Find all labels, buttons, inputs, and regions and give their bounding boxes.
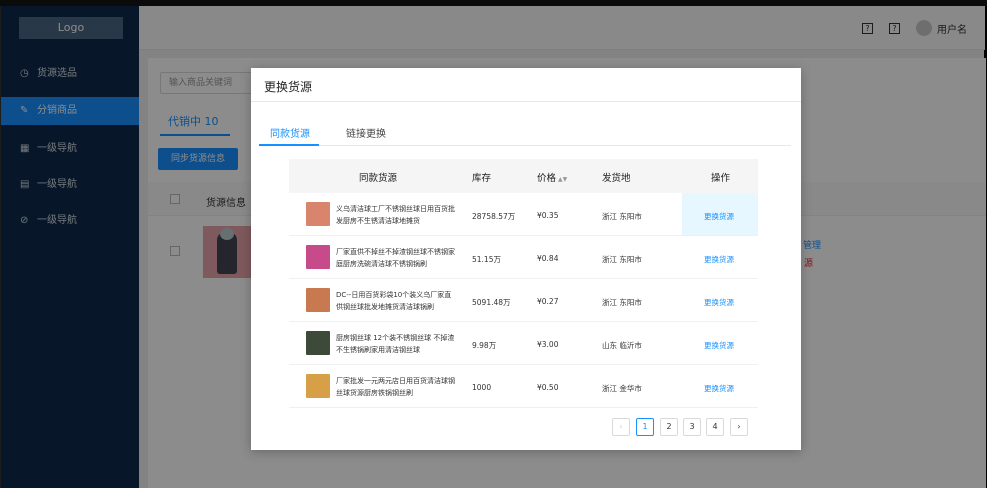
origin-value: 浙江 金华市 <box>602 384 642 393</box>
modal-title: 更换货源 <box>264 80 313 94</box>
tab-link-replace[interactable]: 链接更换 <box>346 125 386 140</box>
column-header-stock: 库存 <box>472 173 492 184</box>
page-2-button[interactable]: 2 <box>660 418 678 436</box>
price-value: ¥3.00 <box>537 340 559 349</box>
product-name: 厂家直供不掉丝不掉渣钢丝球不锈钢家庭厨房洗碗清洁球不锈钢锅刷 <box>336 248 455 268</box>
stock-value: 51.15万 <box>472 255 501 264</box>
origin-value: 浙江 东阳市 <box>602 298 642 307</box>
stock-value: 5091.48万 <box>472 298 511 307</box>
price-value: ¥0.35 <box>537 211 559 220</box>
price-value: ¥0.84 <box>537 254 559 263</box>
column-header-origin: 发货地 <box>602 173 631 184</box>
change-source-link[interactable]: 更换货源 <box>704 297 734 308</box>
change-source-link[interactable]: 更换货源 <box>704 211 734 222</box>
page-1-button[interactable]: 1 <box>636 418 654 436</box>
action-cell: 更换货源 <box>682 365 758 407</box>
table-row: 厂家直供不掉丝不掉渣钢丝球不锈钢家庭厨房洗碗清洁球不锈钢锅刷 51.15万 ¥0… <box>289 236 758 279</box>
divider <box>251 101 801 102</box>
table-row: 厂家批发一元两元店日用百货清洁球钢丝球货源厨房铁锅钢丝刷 1000 ¥0.50 … <box>289 365 758 408</box>
product-name: DC--日用百货彩袋10个装义乌厂家直供钢丝球批发地摊货清洁球锅刷 <box>336 291 452 311</box>
column-header-price[interactable]: 价格 ▲▼ <box>537 170 567 184</box>
table-row: DC--日用百货彩袋10个装义乌厂家直供钢丝球批发地摊货清洁球锅刷 5091.4… <box>289 279 758 322</box>
origin-value: 浙江 东阳市 <box>602 212 642 221</box>
price-label: 价格 <box>537 173 557 184</box>
column-header-action: 操作 <box>711 173 731 184</box>
page-4-button[interactable]: 4 <box>706 418 724 436</box>
change-source-link[interactable]: 更换货源 <box>704 340 734 351</box>
origin-value: 浙江 东阳市 <box>602 255 642 264</box>
tabs-divider <box>259 145 791 146</box>
column-header-source: 同款货源 <box>359 173 398 184</box>
stock-value: 9.98万 <box>472 341 497 350</box>
stock-value: 1000 <box>472 383 492 392</box>
action-cell: 更换货源 <box>682 322 758 364</box>
stock-value: 28758.57万 <box>472 212 516 221</box>
change-source-link[interactable]: 更换货源 <box>704 254 734 265</box>
product-name: 厨房钢丝球 12个装不锈钢丝球 不掉渣不生锈锅刷家用清洁钢丝球 <box>336 334 455 354</box>
change-source-link[interactable]: 更换货源 <box>704 383 734 394</box>
action-cell: 更换货源 <box>682 279 758 321</box>
sort-icon[interactable]: ▲▼ <box>558 176 567 183</box>
product-thumbnail <box>306 331 330 355</box>
tab-same-source[interactable]: 同款货源 <box>270 125 310 140</box>
product-thumbnail <box>306 245 330 269</box>
table-row: 厨房钢丝球 12个装不锈钢丝球 不掉渣不生锈锅刷家用清洁钢丝球 9.98万 ¥3… <box>289 322 758 365</box>
price-value: ¥0.27 <box>537 297 559 306</box>
product-name: 厂家批发一元两元店日用百货清洁球钢丝球货源厨房铁锅钢丝刷 <box>336 377 455 397</box>
product-thumbnail <box>306 202 330 226</box>
change-source-modal: 更换货源 同款货源 链接更换 同款货源 库存 价格 ▲▼ 发货地 操作 义乌清洁球… <box>251 68 801 450</box>
page-3-button[interactable]: 3 <box>683 418 701 436</box>
product-thumbnail <box>306 288 330 312</box>
action-cell: 更换货源 <box>682 236 758 278</box>
prev-page-button[interactable]: ‹ <box>612 418 630 436</box>
action-cell: 更换货源 <box>682 193 758 235</box>
tab-ink-bar <box>259 144 319 146</box>
table-row: 义乌清洁球工厂不锈钢丝球日用百货批发厨房不生锈清洁球地摊货 28758.57万 … <box>289 193 758 236</box>
origin-value: 山东 临沂市 <box>602 341 642 350</box>
next-page-button[interactable]: › <box>730 418 748 436</box>
table-header: 同款货源 库存 价格 ▲▼ 发货地 操作 <box>289 159 758 193</box>
price-value: ¥0.50 <box>537 383 559 392</box>
product-name: 义乌清洁球工厂不锈钢丝球日用百货批发厨房不生锈清洁球地摊货 <box>336 205 455 225</box>
product-thumbnail <box>306 374 330 398</box>
